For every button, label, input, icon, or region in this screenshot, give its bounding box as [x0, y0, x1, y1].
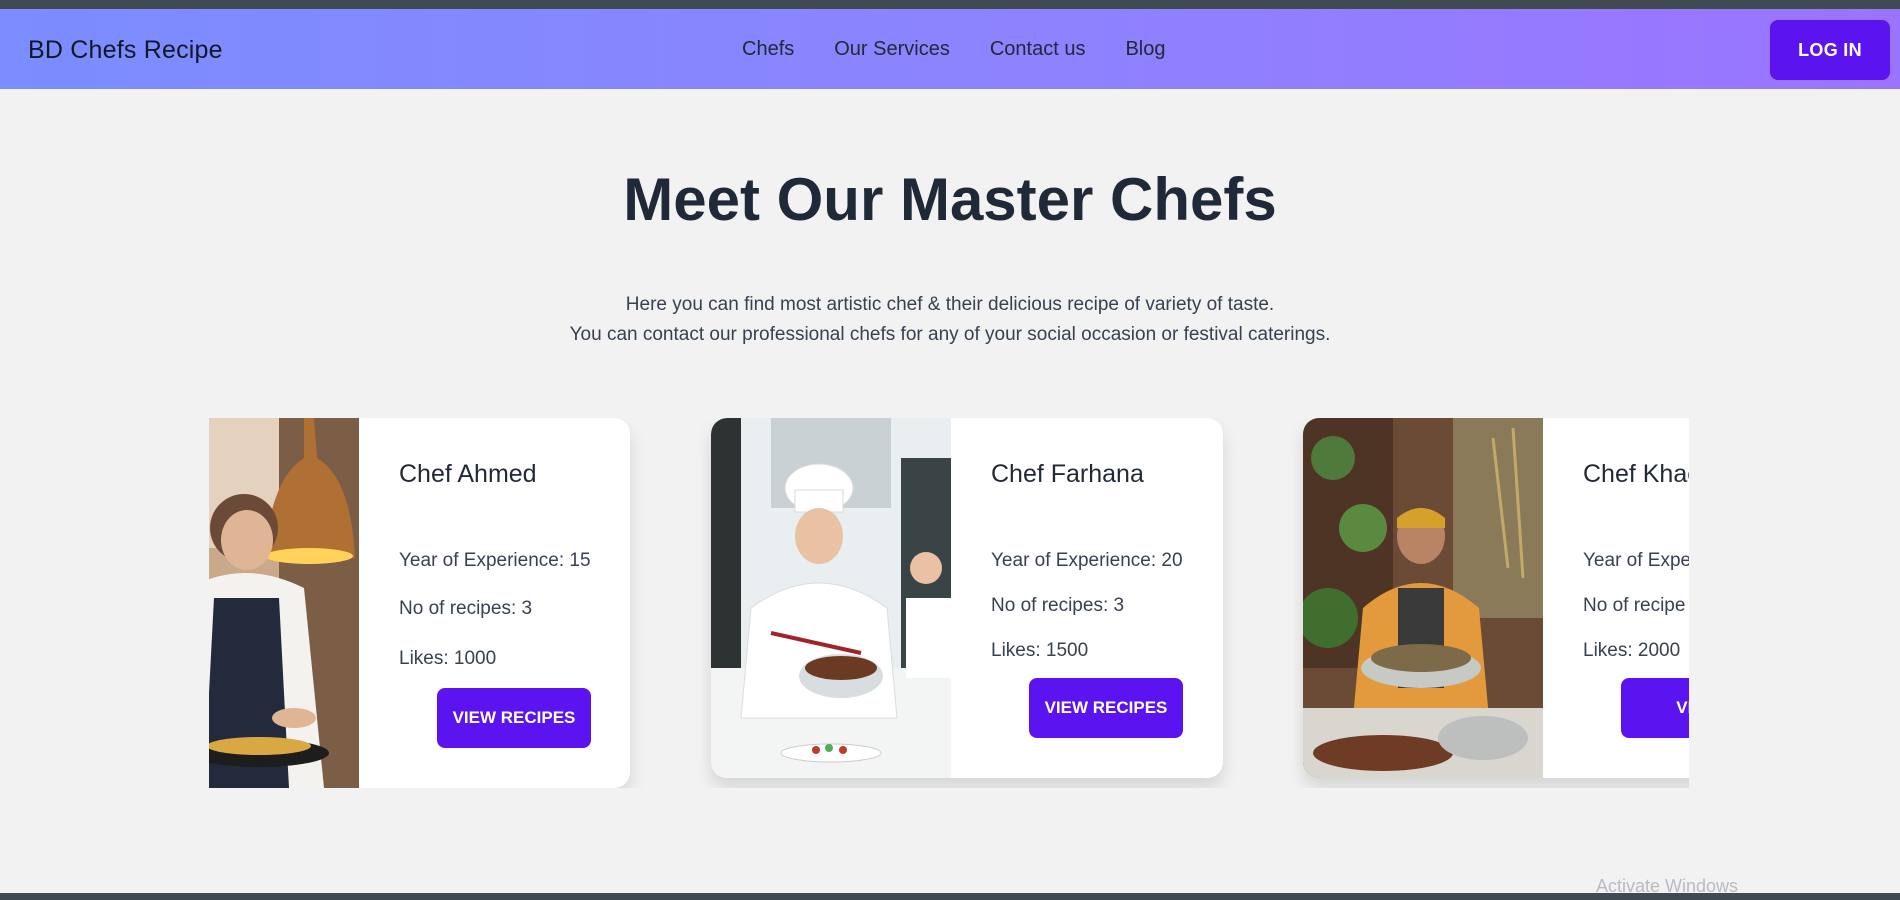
chef-card-body: Chef Ahmed Year of Experience: 15 No of …: [359, 418, 630, 788]
hero-subtitle-line-2: You can contact our professional chefs f…: [569, 324, 1331, 345]
chef-experience: Year of Experience: 15: [399, 550, 591, 571]
chef-farhana-image: [711, 418, 951, 778]
bottom-window-strip: [0, 893, 1900, 900]
login-button[interactable]: LOG IN: [1770, 20, 1890, 80]
nav-link-our-services[interactable]: Our Services: [834, 38, 950, 61]
chef-likes: Likes: 1000: [399, 648, 497, 669]
nav-links: Chefs Our Services Contact us Blog: [742, 38, 1165, 61]
nav-link-chefs[interactable]: Chefs: [742, 38, 794, 61]
chef-cards-carousel: Chef Ahmed Year of Experience: 15 No of …: [209, 418, 1689, 788]
chef-card-farhana: Chef Farhana Year of Experience: 20 No o…: [711, 418, 1223, 778]
navbar: BD Chefs Recipe Chefs Our Services Conta…: [0, 9, 1900, 89]
view-recipes-button[interactable]: VIEW RECIPES: [1029, 678, 1183, 738]
chef-recipe-count: No of recipe: [1583, 595, 1686, 616]
chef-card-ahmed: Chef Ahmed Year of Experience: 15 No of …: [209, 418, 630, 788]
top-window-strip: [0, 0, 1900, 9]
nav-link-contact-us[interactable]: Contact us: [990, 38, 1086, 61]
chef-name: Chef Khac: [1583, 460, 1689, 488]
view-recipes-button[interactable]: VIEW: [1621, 678, 1689, 738]
chef-name: Chef Farhana: [991, 460, 1144, 488]
chef-likes: Likes: 1500: [991, 640, 1089, 661]
chef-experience: Year of Experience: 20: [991, 550, 1183, 571]
chef-khac-image: [1303, 418, 1543, 778]
chef-photo-ahmed: [209, 418, 359, 788]
brand-logo[interactable]: BD Chefs Recipe: [28, 36, 223, 65]
hero-subtitle-line-1: Here you can find most artistic chef & t…: [625, 294, 1275, 315]
chef-likes: Likes: 2000: [1583, 640, 1681, 661]
chef-recipe-count: No of recipes: 3: [399, 598, 533, 619]
nav-link-blog[interactable]: Blog: [1125, 38, 1165, 61]
hero-subtitle: Here you can find most artistic chef & t…: [0, 290, 1900, 350]
chef-name: Chef Ahmed: [399, 460, 537, 488]
chef-photo-farhana: [711, 418, 951, 778]
chef-recipe-count: No of recipes: 3: [991, 595, 1125, 616]
chef-photo-khac: [1303, 418, 1543, 778]
page-title: Meet Our Master Chefs: [623, 166, 1277, 233]
view-recipes-button[interactable]: VIEW RECIPES: [437, 688, 591, 748]
chef-card-khac: Chef Khac Year of Expe No of recipe Like…: [1303, 418, 1689, 778]
chef-card-body: Chef Farhana Year of Experience: 20 No o…: [951, 418, 1223, 778]
chef-experience: Year of Expe: [1583, 550, 1689, 571]
chef-ahmed-image: [209, 418, 359, 788]
chef-card-body: Chef Khac Year of Expe No of recipe Like…: [1543, 418, 1689, 778]
